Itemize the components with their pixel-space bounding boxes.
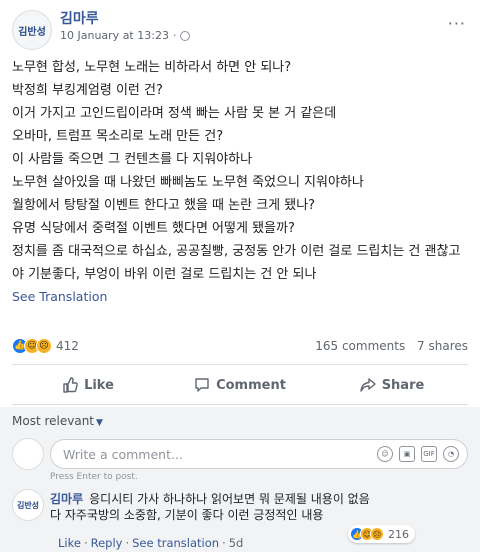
comment-reactions[interactable]: 👍 ☺ ☹ 216: [348, 525, 415, 543]
share-label: Share: [381, 377, 425, 393]
author-avatar[interactable]: 김반성: [12, 10, 52, 50]
commenter-avatar[interactable]: 김반성: [12, 489, 44, 521]
sad-reaction-icon: ☹: [370, 527, 384, 541]
post-timestamp[interactable]: 10 January at 13:23: [60, 28, 169, 44]
comment-button[interactable]: Comment: [164, 370, 316, 400]
see-translation-link[interactable]: See Translation: [12, 286, 468, 308]
comment-composer[interactable]: ☺ ▣ GIF ◔: [50, 439, 468, 469]
post-card: 김반성 김마루 10 January at 13:23 · ··· 노무현 합성…: [0, 0, 480, 552]
divider: [12, 364, 468, 365]
reaction-summary[interactable]: 👍 ☺ ☹ 412: [12, 338, 79, 354]
camera-icon[interactable]: ▣: [399, 446, 415, 462]
comment-count[interactable]: 165 comments: [315, 339, 405, 353]
comment-like-link[interactable]: Like: [58, 536, 81, 550]
thumbs-up-icon: [63, 377, 78, 393]
globe-icon[interactable]: [180, 31, 191, 41]
gif-icon[interactable]: GIF: [421, 446, 437, 462]
comment-see-translation-link[interactable]: See translation: [132, 536, 219, 550]
share-icon: [359, 378, 376, 392]
more-options-button[interactable]: ···: [448, 14, 466, 33]
author-name[interactable]: 김마루: [60, 10, 190, 28]
post-line: 박정희 부킹계엄령 이런 건?: [12, 83, 163, 98]
commenter-name[interactable]: 김마루: [50, 492, 83, 506]
post-line: 이 사람들 죽으면 그 컨텐츠를 다 지워야하나: [12, 152, 253, 167]
comment-actions: Like · Reply · See translation · 5d: [58, 536, 244, 550]
post-line: 오바마, 트럼프 목소리로 노래 만든 건?: [12, 129, 224, 144]
comment-age[interactable]: 5d: [229, 536, 244, 550]
share-count[interactable]: 7 shares: [417, 339, 468, 353]
post-line: 유명 식당에서 중력절 이벤트 했다면 어떻게 됐을까?: [12, 221, 295, 236]
sort-label: Most relevant: [12, 414, 95, 428]
comment-text: 다 자주국방의 소중함, 기분이 좋다 이런 긍정적인 내용: [50, 508, 324, 522]
separator-dot: ·: [172, 29, 177, 42]
comment-icon: [195, 378, 209, 392]
reaction-count[interactable]: 412: [56, 339, 79, 353]
post-text: 노무현 합성, 노무현 노래는 비하라서 하면 안 되나? 박정희 부킹계엄령 …: [12, 56, 468, 308]
post-stats: 👍 ☺ ☹ 412 165 comments 7 shares: [12, 336, 468, 356]
like-button[interactable]: Like: [12, 370, 164, 400]
post-header: 김반성 김마루 10 January at 13:23 ·: [12, 10, 191, 50]
post-line: 정치를 좀 대국적으로 하십쇼, 공공칠빵, 궁정동 안가 이런 걸로 드립치는…: [12, 244, 461, 259]
comment-text: 응디시티 가사 하나하나 읽어보면 뭐 문제될 내용이 없음: [89, 492, 370, 506]
comment-reply-link[interactable]: Reply: [91, 536, 123, 550]
sad-reaction-icon: ☹: [36, 338, 52, 354]
emoji-icon[interactable]: ☺: [377, 446, 393, 462]
comment-item: 김마루 응디시티 가사 하나하나 읽어보면 뭐 문제될 내용이 없음 다 자주국방…: [50, 491, 422, 523]
viewer-avatar[interactable]: [12, 438, 44, 470]
post-line: 이거 가지고 고인드립이라며 정색 빠는 사람 못 본 거 같은데: [12, 106, 337, 121]
share-button[interactable]: Share: [316, 370, 468, 400]
post-line: 노무현 살아있을 때 나왔던 빠삐놈도 노무현 죽었으니 지워야하나: [12, 175, 364, 190]
sticker-icon[interactable]: ◔: [443, 446, 459, 462]
like-label: Like: [84, 377, 114, 393]
comment-reaction-count: 216: [388, 527, 409, 541]
chevron-down-icon: ▼: [96, 418, 103, 428]
post-line: 노무현 합성, 노무현 노래는 비하라서 하면 안 되나?: [12, 60, 292, 75]
comment-label: Comment: [216, 377, 286, 393]
divider: [12, 404, 468, 405]
post-line: 야 기분좋다, 부엉이 바위 이런 걸로 드립치는 건 안 되나: [12, 267, 317, 282]
press-enter-hint: Press Enter to post.: [50, 472, 138, 482]
comment-sort-dropdown[interactable]: Most relevant ▼: [12, 414, 103, 428]
comments-section: Most relevant▼ ☺ ▣ GIF ◔ Press Enter to …: [0, 407, 480, 552]
post-actions: Like Comment Share: [12, 370, 468, 400]
post-line: 월항에서 탕탕절 이벤트 한다고 했을 때 논란 크게 됐나?: [12, 198, 316, 213]
comment-input[interactable]: [63, 446, 293, 462]
